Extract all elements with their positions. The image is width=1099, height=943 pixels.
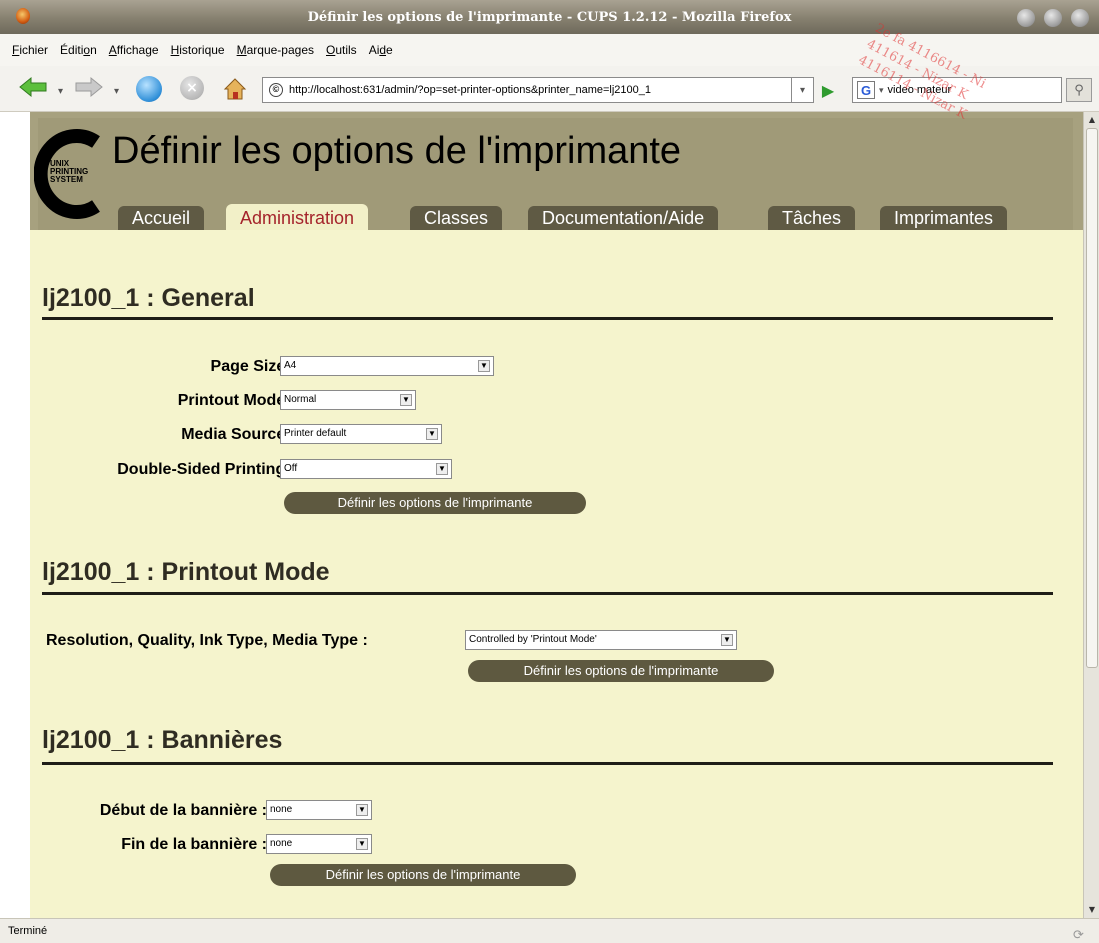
printout-mode-value: Normal xyxy=(284,394,317,405)
menu-item-aide[interactable]: Aide xyxy=(369,43,393,57)
menu-item-affichage[interactable]: Affichage xyxy=(109,43,159,57)
set-options-button-printout[interactable]: Définir les options de l'imprimante xyxy=(468,660,774,682)
scroll-up-arrow-icon[interactable]: ▲ xyxy=(1085,113,1099,127)
firefox-icon xyxy=(16,8,30,24)
forward-history-dropdown[interactable]: ▾ xyxy=(114,86,119,97)
search-input[interactable]: video mateur xyxy=(888,84,952,96)
menu-item-fichier[interactable]: Fichier xyxy=(12,43,48,57)
window-title: Définir les options de l'imprimante - CU… xyxy=(307,9,792,25)
set-options-button-general[interactable]: Définir les options de l'imprimante xyxy=(284,492,586,514)
resolution-label: Resolution, Quality, Ink Type, Media Typ… xyxy=(46,632,368,649)
back-arrow-icon xyxy=(19,76,47,98)
menu-item-edition[interactable]: Édition xyxy=(60,43,97,57)
section-divider xyxy=(42,592,1053,595)
resolution-select[interactable]: Controlled by 'Printout Mode' ▼ xyxy=(465,630,737,650)
minimize-button[interactable] xyxy=(1017,9,1035,27)
search-bar[interactable]: G ▾ video mateur xyxy=(852,77,1062,103)
banner-end-value: none xyxy=(270,838,293,849)
reload-icon[interactable] xyxy=(136,76,162,102)
page-content: UNIX PRINTING SYSTEM Définir les options… xyxy=(30,112,1083,918)
chevron-down-icon: ▼ xyxy=(436,463,448,475)
chevron-down-icon: ▼ xyxy=(356,838,368,850)
banner-end-label: Fin de la bannière : xyxy=(121,836,267,853)
maximize-button[interactable] xyxy=(1044,9,1062,27)
close-button[interactable] xyxy=(1071,9,1089,27)
site-identity-icon[interactable]: © xyxy=(269,83,283,97)
section-divider xyxy=(42,317,1053,320)
section-title-general: lj2100_1 : General xyxy=(42,284,255,312)
section-title-bannieres: lj2100_1 : Bannières xyxy=(42,726,283,754)
double-sided-label: Double-Sided Printing : xyxy=(117,461,295,478)
chevron-down-icon: ▼ xyxy=(721,634,733,646)
menu-item-marque-pages[interactable]: Marque-pages xyxy=(237,43,314,57)
go-button[interactable]: ▶ xyxy=(818,79,838,101)
url-text: http://localhost:631/admin/?op=set-print… xyxy=(289,84,652,96)
tab-taches[interactable]: Tâches xyxy=(768,206,856,230)
settings-form: lj2100_1 : General Page Size : A4 ▼ Prin… xyxy=(30,230,1083,918)
media-source-value: Printer default xyxy=(284,428,347,439)
vertical-scrollbar[interactable]: ▲ ▼ xyxy=(1083,112,1099,918)
page-title: Définir les options de l'imprimante xyxy=(112,130,682,172)
set-options-button-banners[interactable]: Définir les options de l'imprimante xyxy=(270,864,576,886)
tab-accueil[interactable]: Accueil xyxy=(118,206,205,230)
search-engine-dropdown[interactable]: ▾ xyxy=(879,85,884,96)
back-button[interactable] xyxy=(18,76,48,98)
address-bar[interactable]: © http://localhost:631/admin/?op=set-pri… xyxy=(262,77,792,103)
status-bar: Terminé ⟳ xyxy=(0,918,1099,943)
window-controls xyxy=(1017,9,1089,27)
menu-item-outils[interactable]: Outils xyxy=(326,43,357,57)
media-source-select[interactable]: Printer default ▼ xyxy=(280,424,442,444)
back-history-dropdown[interactable]: ▾ xyxy=(58,86,63,97)
resolution-value: Controlled by 'Printout Mode' xyxy=(469,634,597,645)
chevron-down-icon: ▼ xyxy=(400,394,412,406)
banner-end-select[interactable]: none ▼ xyxy=(266,834,372,854)
media-source-label: Media Source : xyxy=(181,426,295,443)
printout-mode-label: Printout Mode : xyxy=(177,392,295,409)
google-search-engine-icon[interactable]: G xyxy=(857,81,875,99)
home-icon xyxy=(223,78,247,100)
tab-imprimantes[interactable]: Imprimantes xyxy=(880,206,1008,230)
chevron-down-icon: ▼ xyxy=(426,428,438,440)
page-size-value: A4 xyxy=(284,360,297,371)
double-sided-value: Off xyxy=(284,463,298,474)
scroll-down-arrow-icon[interactable]: ▼ xyxy=(1085,903,1099,917)
forward-arrow-icon xyxy=(75,76,103,98)
connection-status-icon: ⟳ xyxy=(1073,927,1084,942)
section-divider xyxy=(42,762,1053,765)
tab-classes[interactable]: Classes xyxy=(410,206,503,230)
menu-item-historique[interactable]: Historique xyxy=(171,43,225,57)
page-size-select[interactable]: A4 ▼ xyxy=(280,356,494,376)
search-button[interactable]: ⚲ xyxy=(1066,78,1092,102)
tab-documentation-aide[interactable]: Documentation/Aide xyxy=(528,206,719,230)
window-titlebar: Définir les options de l'imprimante - CU… xyxy=(0,0,1099,34)
banner-start-label: Début de la bannière : xyxy=(99,802,267,819)
cups-header: UNIX PRINTING SYSTEM Définir les options… xyxy=(30,112,1083,232)
chevron-down-icon: ▼ xyxy=(356,804,368,816)
forward-button[interactable] xyxy=(74,76,104,98)
banner-start-select[interactable]: none ▼ xyxy=(266,800,372,820)
double-sided-select[interactable]: Off ▼ xyxy=(280,459,452,479)
stop-icon[interactable]: × xyxy=(180,76,204,100)
section-title-printout-mode: lj2100_1 : Printout Mode xyxy=(42,558,330,586)
tab-administration[interactable]: Administration xyxy=(226,204,369,232)
status-text: Terminé xyxy=(8,925,48,937)
cups-logo: UNIX PRINTING SYSTEM xyxy=(34,129,100,219)
printout-mode-select[interactable]: Normal ▼ xyxy=(280,390,416,410)
logo-text-line-3: SYSTEM xyxy=(50,175,83,184)
url-history-dropdown[interactable]: ▾ xyxy=(792,77,814,103)
scroll-thumb[interactable] xyxy=(1086,128,1098,668)
home-button[interactable] xyxy=(222,76,248,102)
chevron-down-icon: ▼ xyxy=(478,360,490,372)
banner-start-value: none xyxy=(270,804,293,815)
menu-bar: Fichier Édition Affichage Historique Mar… xyxy=(0,34,1099,66)
